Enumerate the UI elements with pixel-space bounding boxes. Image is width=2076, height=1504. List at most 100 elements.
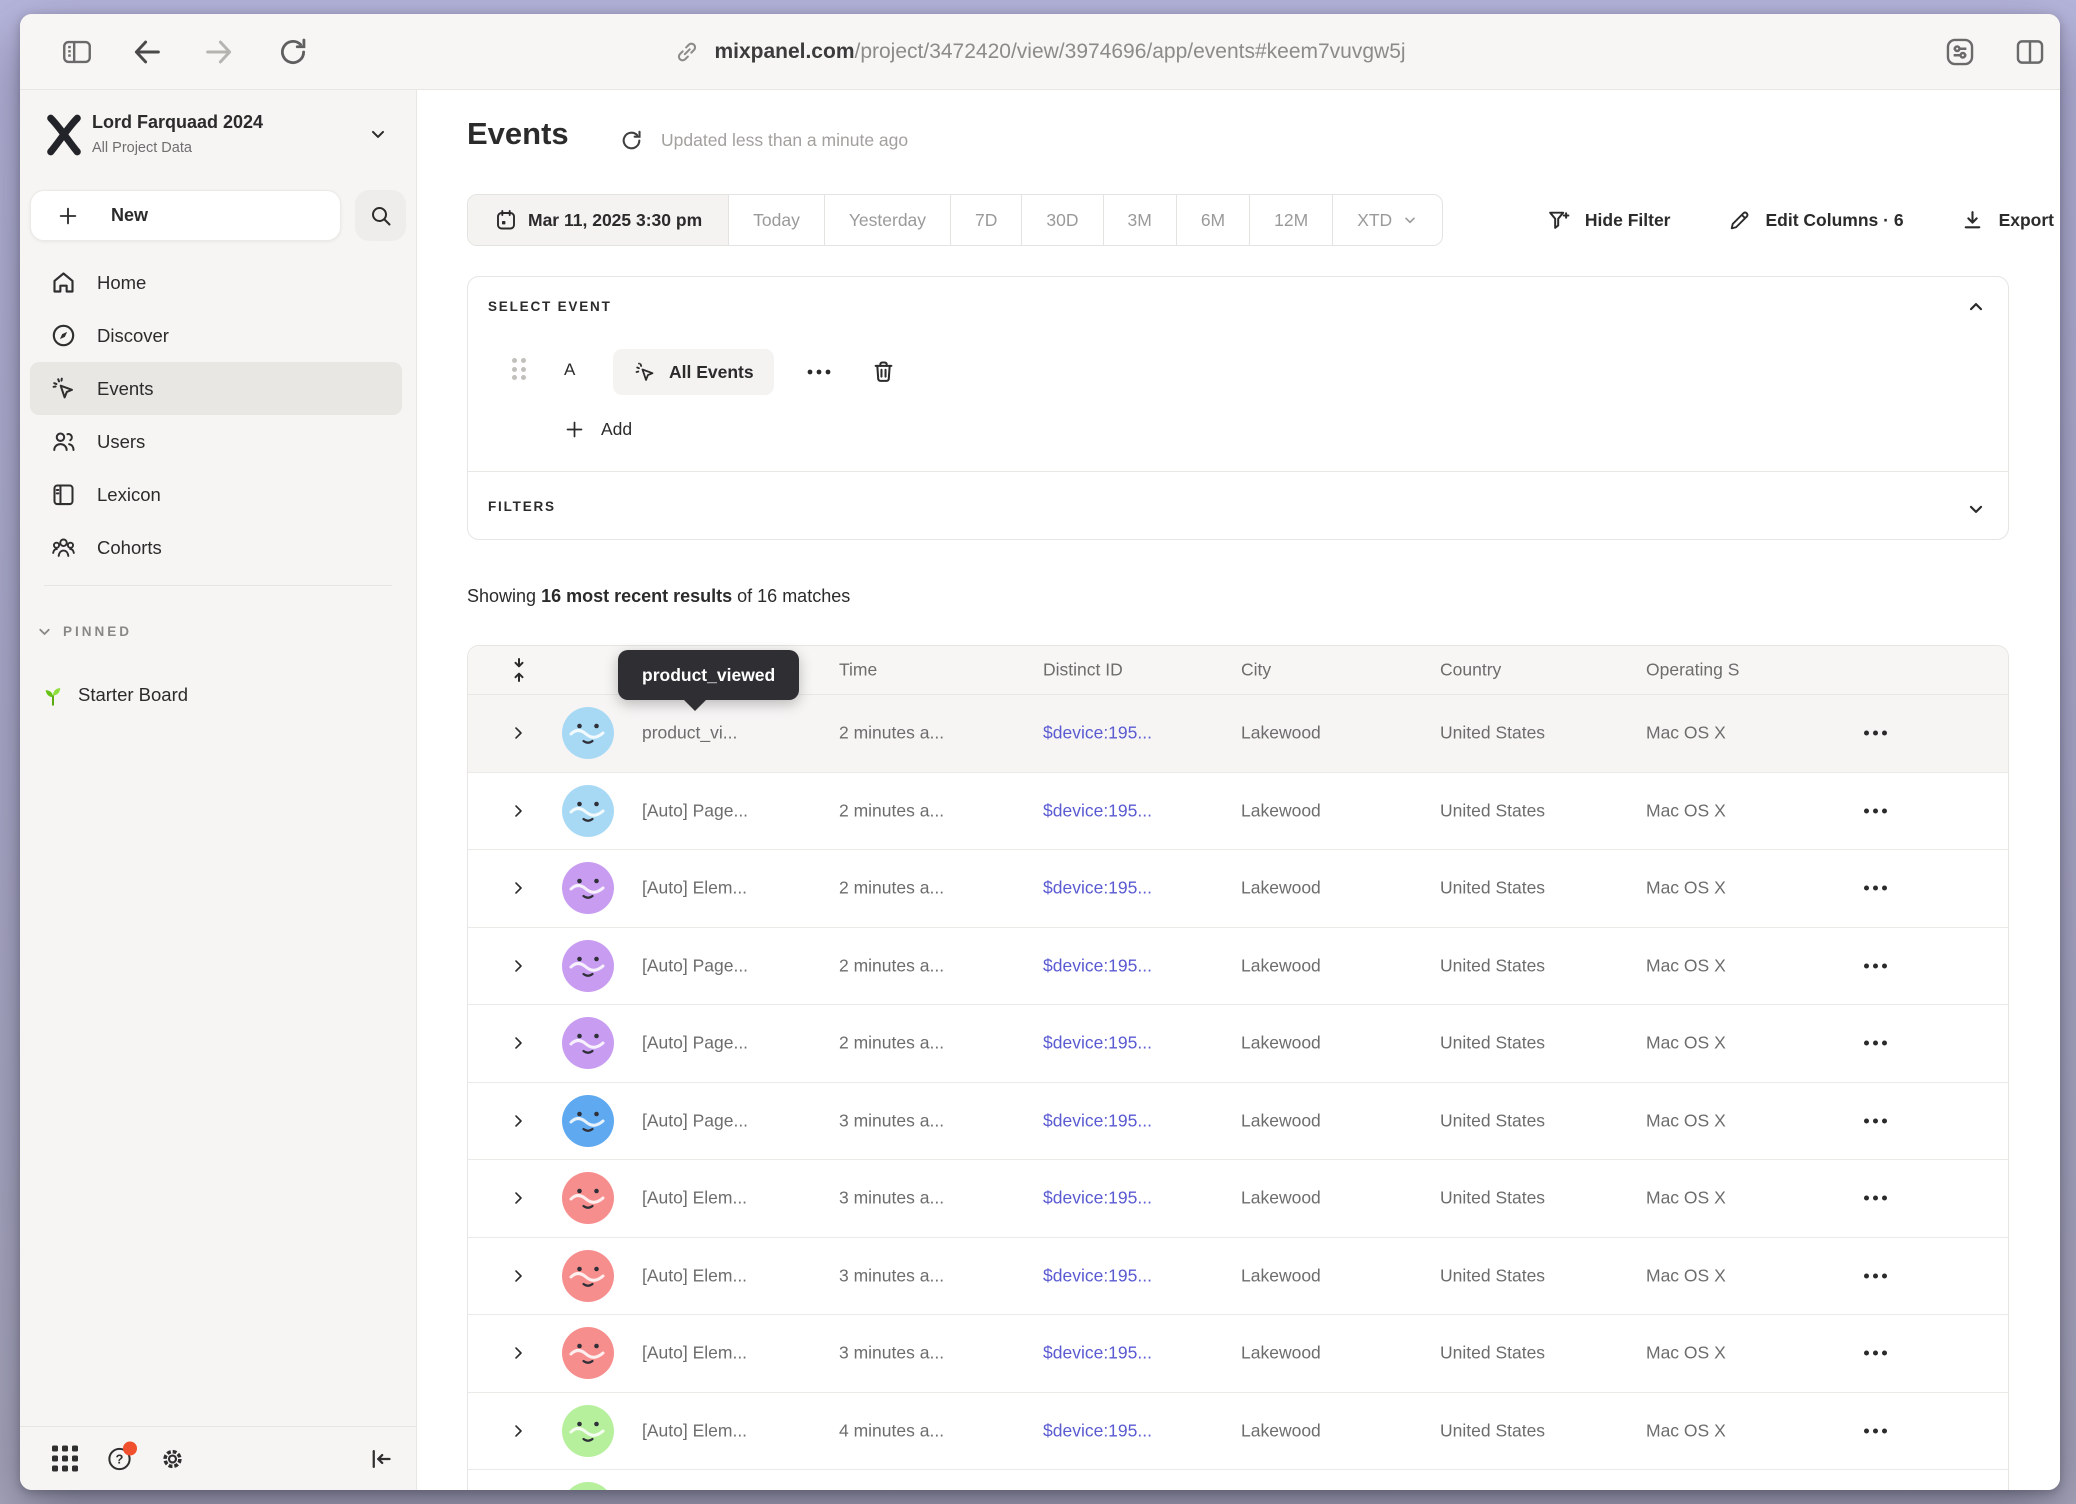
- tooltip-text: product_viewed: [642, 665, 775, 686]
- refresh-icon[interactable]: [619, 128, 644, 153]
- column-header-operating-s[interactable]: Operating S: [1646, 660, 1739, 681]
- event-avatar: [562, 1172, 614, 1224]
- browser-reload-icon[interactable]: [276, 35, 310, 69]
- collapse-sidebar-icon[interactable]: [367, 1445, 394, 1472]
- more-options-icon[interactable]: [804, 357, 834, 387]
- new-button[interactable]: New: [30, 190, 341, 241]
- date-preset-30d[interactable]: 30D: [1022, 195, 1103, 245]
- row-menu-icon[interactable]: [1864, 1118, 1887, 1123]
- column-header-distinct-id[interactable]: Distinct ID: [1043, 660, 1123, 681]
- distinct-id-link[interactable]: $device:195...: [1043, 1265, 1152, 1286]
- table-row[interactable]: [Auto] Elem...3 minutes a...$device:195.…: [468, 1315, 2008, 1393]
- collapse-all-icon[interactable]: [508, 657, 530, 683]
- sidebar-item-label: Home: [97, 272, 146, 294]
- column-header-time[interactable]: Time: [839, 660, 877, 681]
- city: Lakewood: [1241, 878, 1321, 899]
- date-preset-6m[interactable]: 6M: [1177, 195, 1250, 245]
- expand-row-icon[interactable]: [510, 1190, 527, 1207]
- column-header-city[interactable]: City: [1241, 660, 1271, 681]
- help-icon[interactable]: ?: [106, 1445, 133, 1472]
- row-menu-icon[interactable]: [1864, 808, 1887, 813]
- date-range-selected[interactable]: Mar 11, 2025 3:30 pm: [468, 195, 729, 245]
- expand-row-icon[interactable]: [510, 725, 527, 742]
- row-menu-icon[interactable]: [1864, 886, 1887, 891]
- country: United States: [1440, 723, 1545, 744]
- distinct-id-link[interactable]: $device:195...: [1043, 723, 1152, 744]
- row-menu-icon[interactable]: [1864, 1273, 1887, 1278]
- row-menu-icon[interactable]: [1864, 1041, 1887, 1046]
- distinct-id-link[interactable]: $device:195...: [1043, 955, 1152, 976]
- table-row[interactable]: [Auto] Page...2 minutes a...$device:195.…: [468, 773, 2008, 851]
- date-preset-3m[interactable]: 3M: [1104, 195, 1177, 245]
- hide-filter-button[interactable]: Hide Filter: [1546, 208, 1671, 233]
- date-preset-yesterday[interactable]: Yesterday: [825, 195, 951, 245]
- export-button[interactable]: Export: [1960, 208, 2054, 233]
- date-preset-7d[interactable]: 7D: [951, 195, 1022, 245]
- browser-back-icon[interactable]: [130, 35, 164, 69]
- table-row[interactable]: [468, 1470, 2008, 1490]
- column-header-country[interactable]: Country: [1440, 660, 1501, 681]
- expand-row-icon[interactable]: [510, 880, 527, 897]
- table-row[interactable]: [Auto] Page...3 minutes a...$device:195.…: [468, 1083, 2008, 1161]
- clause-letter: A: [564, 360, 575, 380]
- edit-columns-button[interactable]: Edit Columns · 6: [1727, 208, 1904, 233]
- distinct-id-link[interactable]: $device:195...: [1043, 800, 1152, 821]
- settings-gear-icon[interactable]: [159, 1445, 186, 1472]
- expand-row-icon[interactable]: [510, 1267, 527, 1284]
- distinct-id-link[interactable]: $device:195...: [1043, 1033, 1152, 1054]
- table-row[interactable]: [Auto] Elem...3 minutes a...$device:195.…: [468, 1238, 2008, 1316]
- expand-row-icon[interactable]: [510, 802, 527, 819]
- row-menu-icon[interactable]: [1864, 1351, 1887, 1356]
- expand-row-icon[interactable]: [510, 1035, 527, 1052]
- table-row[interactable]: [Auto] Elem...4 minutes a...$device:195.…: [468, 1393, 2008, 1471]
- pinned-section-header[interactable]: PINNED: [36, 623, 132, 640]
- row-menu-icon[interactable]: [1864, 963, 1887, 968]
- apps-grid-icon[interactable]: [52, 1445, 79, 1472]
- chevron-up-icon[interactable]: [1966, 297, 1986, 317]
- event-chip[interactable]: All Events: [613, 349, 774, 395]
- table-row[interactable]: [Auto] Page...2 minutes a...$device:195.…: [468, 928, 2008, 1006]
- date-preset-today[interactable]: Today: [729, 195, 825, 245]
- search-button[interactable]: [355, 190, 406, 241]
- sidebar-item-users[interactable]: Users: [30, 415, 402, 468]
- row-menu-icon[interactable]: [1864, 1196, 1887, 1201]
- expand-row-icon[interactable]: [510, 957, 527, 974]
- sidebar-item-starter-board[interactable]: Starter Board: [40, 682, 188, 708]
- address-bar[interactable]: mixpanel.com/project/3472420/view/397469…: [20, 14, 2060, 89]
- browser-sidebar-toggle-icon[interactable]: [60, 35, 94, 69]
- event-time: 4 minutes a...: [839, 1420, 944, 1441]
- mixpanel-logo-icon: [42, 112, 86, 158]
- project-switcher[interactable]: Lord Farquaad 2024 All Project Data: [20, 90, 416, 180]
- chevron-down-icon[interactable]: [1966, 499, 1986, 519]
- operating-system: Mac OS X: [1646, 1110, 1726, 1131]
- date-preset-xtd[interactable]: XTD: [1333, 195, 1442, 245]
- distinct-id-link[interactable]: $device:195...: [1043, 1343, 1152, 1364]
- browser-customize-icon[interactable]: [1943, 35, 1977, 69]
- distinct-id-link[interactable]: $device:195...: [1043, 1188, 1152, 1209]
- table-row[interactable]: [Auto] Elem...2 minutes a...$device:195.…: [468, 850, 2008, 928]
- expand-row-icon[interactable]: [510, 1112, 527, 1129]
- operating-system: Mac OS X: [1646, 1343, 1726, 1364]
- expand-row-icon[interactable]: [510, 1422, 527, 1439]
- sidebar-item-cohorts[interactable]: Cohorts: [30, 521, 402, 574]
- distinct-id-link[interactable]: $device:195...: [1043, 1110, 1152, 1131]
- browser-split-view-icon[interactable]: [2013, 35, 2047, 69]
- distinct-id-link[interactable]: $device:195...: [1043, 1420, 1152, 1441]
- sidebar-item-events[interactable]: Events: [30, 362, 402, 415]
- trash-icon[interactable]: [870, 358, 897, 385]
- drag-handle-icon[interactable]: [512, 358, 526, 380]
- sidebar-item-lexicon[interactable]: Lexicon: [30, 468, 402, 521]
- row-menu-icon[interactable]: [1864, 731, 1887, 736]
- table-row[interactable]: [Auto] Elem...3 minutes a...$device:195.…: [468, 1160, 2008, 1238]
- date-preset-12m[interactable]: 12M: [1250, 195, 1333, 245]
- table-row[interactable]: [Auto] Page...2 minutes a...$device:195.…: [468, 1005, 2008, 1083]
- operating-system: Mac OS X: [1646, 1033, 1726, 1054]
- sidebar-item-discover[interactable]: Discover: [30, 309, 402, 362]
- row-menu-icon[interactable]: [1864, 1428, 1887, 1433]
- sidebar-item-home[interactable]: Home: [30, 256, 402, 309]
- add-event-button[interactable]: Add: [564, 419, 632, 440]
- browser-forward-icon[interactable]: [202, 35, 236, 69]
- event-chip-label: All Events: [669, 362, 754, 383]
- expand-row-icon[interactable]: [510, 1345, 527, 1362]
- distinct-id-link[interactable]: $device:195...: [1043, 878, 1152, 899]
